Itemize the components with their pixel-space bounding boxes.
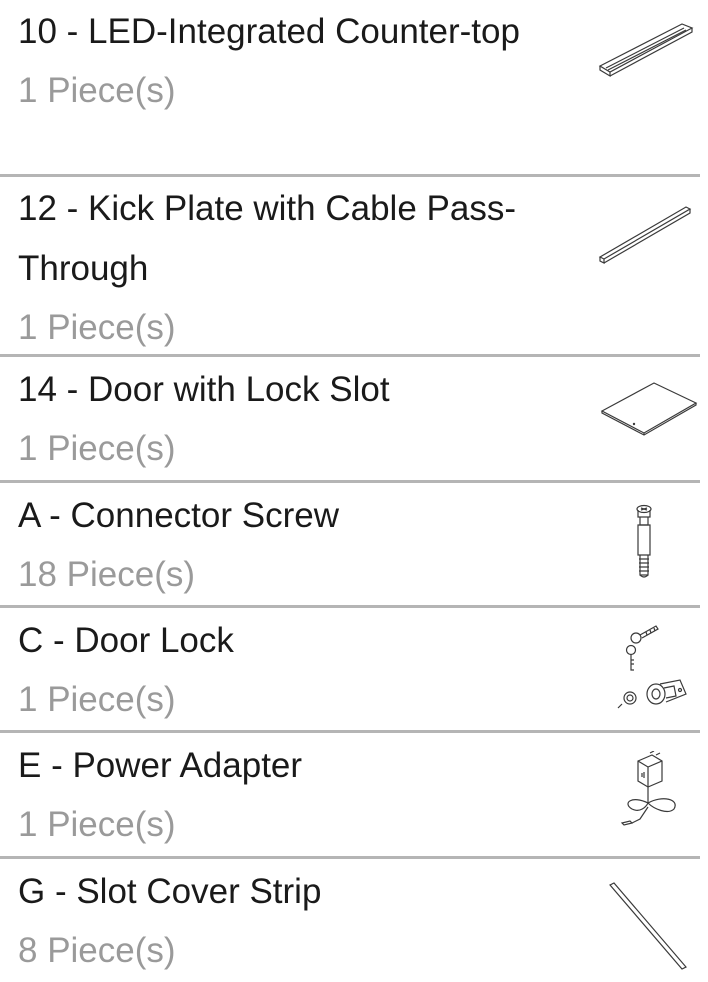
part-item: E - Power Adapter 1 Piece(s): [0, 733, 700, 859]
part-item: 14 - Door with Lock Slot 1 Piece(s): [0, 357, 700, 483]
part-name: C - Door Lock: [18, 621, 234, 660]
part-text: E - Power Adapter 1 Piece(s): [18, 736, 578, 854]
door-panel-icon: [598, 377, 700, 441]
part-item: 10 - LED-Integrated Counter-top 1 Piece(…: [0, 0, 700, 177]
part-quantity: 1 Piece(s): [18, 680, 176, 719]
part-quantity: 1 Piece(s): [18, 805, 176, 844]
part-text: 12 - Kick Plate with Cable Pass-Through …: [18, 179, 578, 357]
part-item: A - Connector Screw 18 Piece(s): [0, 483, 700, 608]
countertop-panel-icon: [598, 22, 694, 80]
part-item: G - Slot Cover Strip 8 Piece(s): [0, 859, 700, 982]
slot-cover-strip-icon: [608, 881, 688, 973]
part-name: 14 - Door with Lock Slot: [18, 370, 390, 409]
part-name: E - Power Adapter: [18, 746, 303, 785]
part-item: 12 - Kick Plate with Cable Pass-Through …: [0, 177, 700, 357]
part-name: 12 - Kick Plate with Cable Pass-Through: [18, 189, 516, 288]
power-adapter-icon: [618, 751, 690, 839]
part-item: C - Door Lock 1 Piece(s): [0, 608, 700, 733]
part-name: 10 - LED-Integrated Counter-top: [18, 12, 520, 51]
part-quantity: 1 Piece(s): [18, 71, 176, 110]
connector-screw-icon: [628, 503, 660, 581]
part-name: G - Slot Cover Strip: [18, 872, 322, 911]
part-text: 14 - Door with Lock Slot 1 Piece(s): [18, 360, 578, 478]
kick-plate-icon: [598, 203, 694, 265]
parts-list: 10 - LED-Integrated Counter-top 1 Piece(…: [0, 0, 708, 982]
door-lock-icon: [616, 624, 690, 716]
part-text: 10 - LED-Integrated Counter-top 1 Piece(…: [18, 2, 578, 120]
part-quantity: 1 Piece(s): [18, 308, 176, 347]
part-quantity: 8 Piece(s): [18, 931, 176, 970]
part-text: G - Slot Cover Strip 8 Piece(s): [18, 862, 578, 980]
part-text: A - Connector Screw 18 Piece(s): [18, 486, 578, 604]
part-text: C - Door Lock 1 Piece(s): [18, 611, 578, 729]
part-name: A - Connector Screw: [18, 496, 339, 535]
part-quantity: 1 Piece(s): [18, 429, 176, 468]
part-quantity: 18 Piece(s): [18, 555, 196, 594]
